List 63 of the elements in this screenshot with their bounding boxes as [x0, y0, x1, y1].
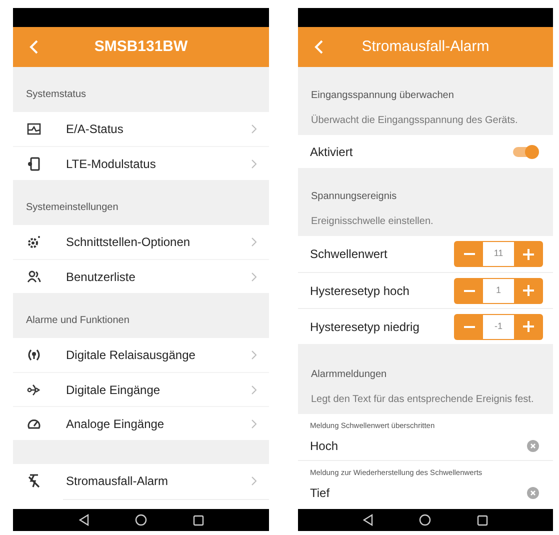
toggle-switch[interactable] — [513, 144, 539, 158]
text-field[interactable]: Tief — [310, 484, 539, 502]
plus-icon — [522, 248, 534, 260]
chevron-right-icon — [251, 384, 257, 394]
stepper-value: -1 — [483, 314, 514, 338]
recents-square-icon[interactable] — [192, 514, 204, 526]
relay-signal-icon — [27, 348, 41, 362]
pulse-monitor-icon — [27, 122, 41, 136]
section-header: Alarmmeldungen — [311, 368, 388, 382]
menu-item-label: Digitale Eingänge — [66, 382, 162, 398]
input-arrow-icon — [27, 382, 41, 396]
text-field[interactable]: Hoch — [310, 437, 539, 456]
power-off-icon — [27, 474, 41, 488]
section-description: Legt den Text für das entsprechende Ereignis fest. — [311, 393, 535, 407]
section-header: Alarme und Funktionen — [26, 314, 130, 328]
section-description: Ereignisschwelle einstellen. — [311, 215, 434, 229]
section-header: Eingangsspannung überwachen — [311, 89, 455, 103]
back-triangle-icon[interactable] — [363, 514, 373, 526]
chevron-right-icon — [251, 272, 257, 282]
gear-icon — [27, 235, 41, 249]
field-value: Tief — [310, 485, 331, 502]
chevron-right-icon — [251, 350, 257, 360]
chevron-right-icon — [251, 476, 257, 486]
back-triangle-icon[interactable] — [78, 514, 88, 526]
menu-item-label: Stromausfall-Alarm — [66, 473, 170, 490]
menu-item-label: Benutzerliste — [66, 268, 136, 286]
users-icon — [27, 270, 41, 284]
plus-icon — [522, 321, 534, 332]
chevron-right-icon — [251, 158, 257, 168]
home-circle-icon[interactable] — [419, 514, 431, 526]
minus-icon — [464, 290, 474, 292]
recents-square-icon[interactable] — [477, 514, 488, 526]
screen-title: Stromausfall-Alarm — [360, 36, 490, 57]
stepper-value: 1 — [483, 278, 514, 302]
section-description: Überwacht die Eingangsspannung des Geräts. — [311, 114, 519, 128]
clear-icon[interactable] — [527, 440, 539, 452]
gauge-icon — [27, 416, 41, 430]
chevron-right-icon — [251, 418, 257, 428]
section-header: Systemstatus — [26, 88, 86, 102]
clear-icon[interactable] — [527, 487, 539, 500]
plus-icon — [522, 285, 534, 296]
minus-icon — [464, 326, 474, 328]
menu-item-label: Analoge Eingänge — [66, 416, 166, 432]
home-circle-icon[interactable] — [134, 514, 146, 526]
stepper-label: Schwellenwert — [310, 246, 388, 263]
menu-item-label: LTE-Modulstatus — [66, 156, 157, 172]
phone-module-icon — [27, 156, 41, 170]
back-icon[interactable] — [29, 39, 39, 55]
screen-title: SMSB131BW — [93, 36, 189, 57]
stepper-label: Hysteresetyp hoch — [310, 282, 410, 300]
menu-item-label: Digitale Relaisausgänge — [66, 347, 196, 364]
chevron-right-icon — [251, 237, 257, 247]
stepper-label: Hysteresetyp niedrig — [310, 318, 420, 336]
field-value: Hoch — [310, 438, 340, 456]
stepper-value: 11 — [483, 242, 514, 266]
toggle-label: Aktiviert — [310, 144, 354, 160]
section-header: Systemeinstellungen — [26, 201, 118, 215]
minus-icon — [464, 253, 474, 255]
back-icon[interactable] — [314, 39, 324, 55]
section-header: Spannungsereignis — [311, 190, 398, 204]
menu-item-label: E/A-Status — [66, 121, 124, 138]
menu-item-label: Schnittstellen-Optionen — [66, 234, 192, 251]
chevron-right-icon — [251, 124, 257, 134]
